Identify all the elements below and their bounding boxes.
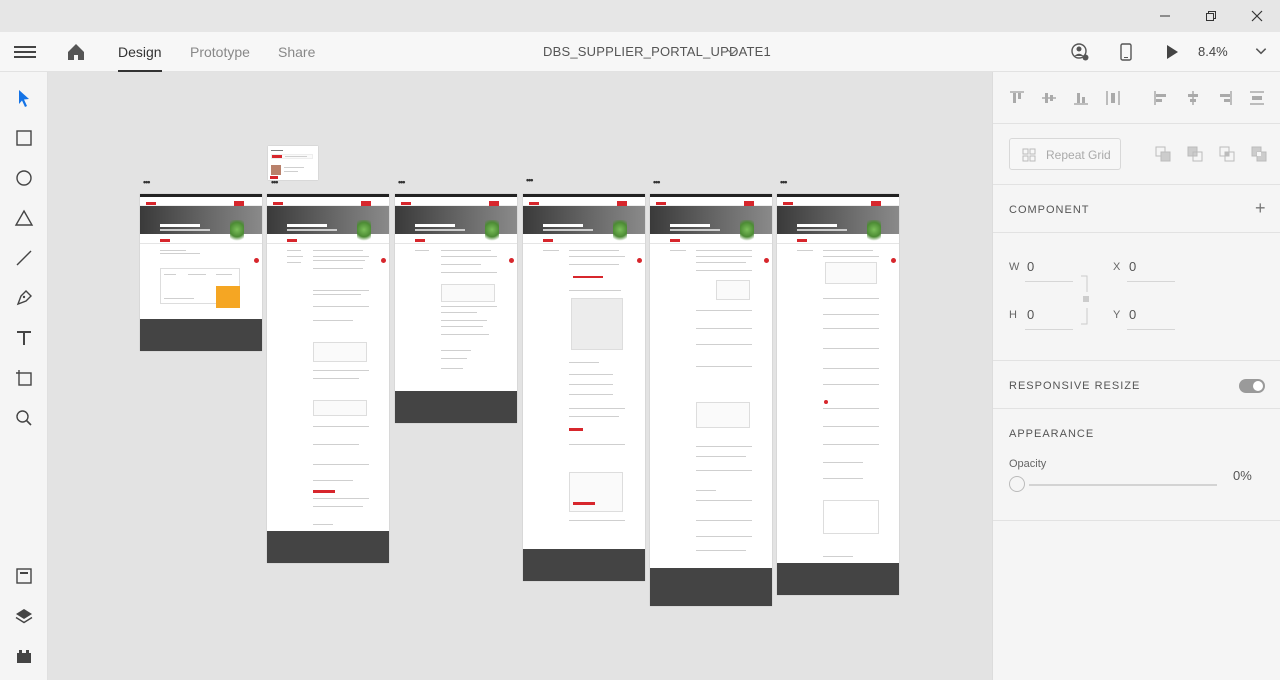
artboard-menu-dots[interactable]: ••• xyxy=(398,177,406,187)
opacity-slider-track[interactable] xyxy=(1029,484,1217,486)
align-left-icon[interactable] xyxy=(1153,90,1169,106)
restore-icon xyxy=(1206,11,1216,21)
boolean-subtract-icon[interactable] xyxy=(1187,146,1203,162)
width-label: W xyxy=(1009,261,1020,273)
ellipse-icon[interactable] xyxy=(14,168,34,188)
layers-icon[interactable] xyxy=(14,606,34,626)
tab-share[interactable]: Share xyxy=(278,44,315,60)
lock-aspect-icon[interactable] xyxy=(1079,274,1091,326)
artboard-6[interactable] xyxy=(777,194,899,595)
zoom-level[interactable]: 8.4% xyxy=(1198,44,1228,59)
x-label: X xyxy=(1113,261,1121,273)
artboard-menu-dots[interactable]: ••• xyxy=(526,175,534,185)
responsive-resize-toggle[interactable] xyxy=(1239,379,1265,393)
distribute-horizontal-icon[interactable] xyxy=(1249,90,1265,106)
hamburger-menu-icon[interactable] xyxy=(14,43,36,61)
y-label: Y xyxy=(1113,309,1121,321)
y-field[interactable]: 0 xyxy=(1129,307,1136,322)
pen-icon[interactable] xyxy=(14,288,34,308)
artboard-5[interactable] xyxy=(650,194,772,606)
maximize-button[interactable] xyxy=(1188,0,1234,32)
responsive-resize-label: RESPONSIVE RESIZE xyxy=(1009,380,1141,392)
opacity-value[interactable]: 0% xyxy=(1233,468,1252,483)
plugins-icon[interactable] xyxy=(14,646,34,666)
assets-icon[interactable] xyxy=(14,566,34,586)
align-toolbar xyxy=(993,72,1280,124)
width-field[interactable]: 0 xyxy=(1027,259,1034,274)
play-icon[interactable] xyxy=(1162,42,1182,62)
artboard-menu-dots[interactable]: ••• xyxy=(143,177,151,187)
repeat-grid-icon xyxy=(1022,148,1036,162)
x-field[interactable]: 0 xyxy=(1129,259,1136,274)
artboard-3[interactable] xyxy=(395,194,517,423)
select-icon[interactable] xyxy=(14,88,34,108)
artboard-menu-dots[interactable]: ••• xyxy=(780,177,788,187)
home-icon[interactable] xyxy=(64,40,88,64)
chevron-down-icon[interactable] xyxy=(726,46,738,58)
boolean-intersect-icon[interactable] xyxy=(1219,146,1235,162)
text-icon[interactable] xyxy=(14,328,34,348)
align-top-icon[interactable] xyxy=(1009,90,1025,106)
line-icon[interactable] xyxy=(14,248,34,268)
mobile-preview-icon[interactable] xyxy=(1116,42,1136,62)
property-inspector: Repeat Grid COMPONENT + W 0 X 0 H 0 Y 0 … xyxy=(992,72,1280,680)
add-component-button[interactable]: + xyxy=(1255,198,1266,219)
align-middle-icon[interactable] xyxy=(1041,90,1057,106)
close-icon xyxy=(1251,10,1263,22)
artboard-1[interactable] xyxy=(140,194,262,351)
opacity-label: Opacity xyxy=(1009,458,1047,470)
menu-bar: Design Prototype Share DBS_SUPPLIER_PORT… xyxy=(0,32,1280,72)
appearance-section-title: APPEARANCE xyxy=(1009,428,1095,440)
design-canvas[interactable]: ••• ••• ••• ••• ••• ••• xyxy=(48,72,992,680)
boolean-add-icon[interactable] xyxy=(1155,146,1171,162)
repeat-grid-label: Repeat Grid xyxy=(1046,148,1111,162)
polygon-icon[interactable] xyxy=(14,208,34,228)
tab-prototype[interactable]: Prototype xyxy=(190,44,250,60)
rectangle-icon[interactable] xyxy=(14,128,34,148)
zoom-dropdown-icon[interactable] xyxy=(1254,44,1268,58)
floating-component[interactable] xyxy=(268,146,318,180)
artboard-menu-dots[interactable]: ••• xyxy=(271,177,279,187)
height-field[interactable]: 0 xyxy=(1027,307,1034,322)
opacity-slider-knob[interactable] xyxy=(1009,476,1025,492)
align-right-icon[interactable] xyxy=(1217,90,1233,106)
align-center-icon[interactable] xyxy=(1185,90,1201,106)
zoom-icon[interactable] xyxy=(14,408,34,428)
height-label: H xyxy=(1009,309,1017,321)
title-bar xyxy=(0,0,1280,32)
artboard-4[interactable] xyxy=(523,194,645,581)
artboard-2[interactable] xyxy=(267,194,389,563)
component-section-title: COMPONENT xyxy=(1009,204,1090,216)
tool-bar xyxy=(0,72,48,680)
distribute-vertical-icon[interactable] xyxy=(1105,90,1121,106)
align-bottom-icon[interactable] xyxy=(1073,90,1089,106)
user-icon[interactable] xyxy=(1070,42,1090,62)
close-button[interactable] xyxy=(1234,0,1280,32)
minimize-button[interactable] xyxy=(1142,0,1188,32)
artboard-icon[interactable] xyxy=(14,368,34,388)
repeat-grid-button[interactable]: Repeat Grid xyxy=(1009,138,1121,170)
artboard-menu-dots[interactable]: ••• xyxy=(653,177,661,187)
tab-design[interactable]: Design xyxy=(118,44,162,72)
minimize-icon xyxy=(1160,15,1170,17)
boolean-exclude-icon[interactable] xyxy=(1251,146,1267,162)
